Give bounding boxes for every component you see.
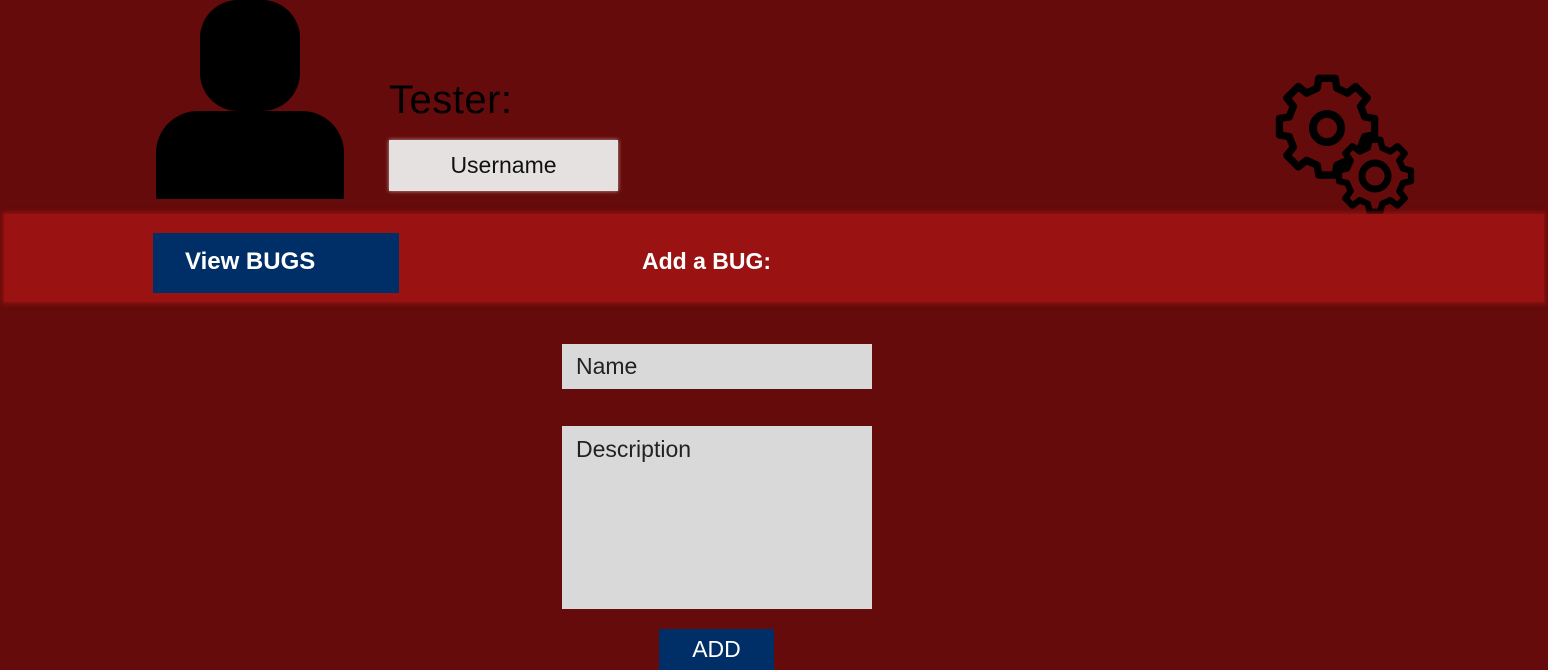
view-bugs-button[interactable]: View BUGS [153,233,399,293]
gears-icon [1275,74,1415,215]
avatar-head [200,0,300,111]
bug-description-input[interactable] [562,426,872,609]
avatar-body [156,111,344,199]
user-avatar-icon [156,0,344,199]
bug-name-input[interactable] [562,344,872,389]
add-bug-title: Add a BUG: [642,248,772,274]
role-label: Tester: [389,78,513,122]
username-display: Username [389,140,618,191]
settings-button[interactable] [1274,74,1416,218]
add-bug-button[interactable]: ADD [659,629,774,670]
